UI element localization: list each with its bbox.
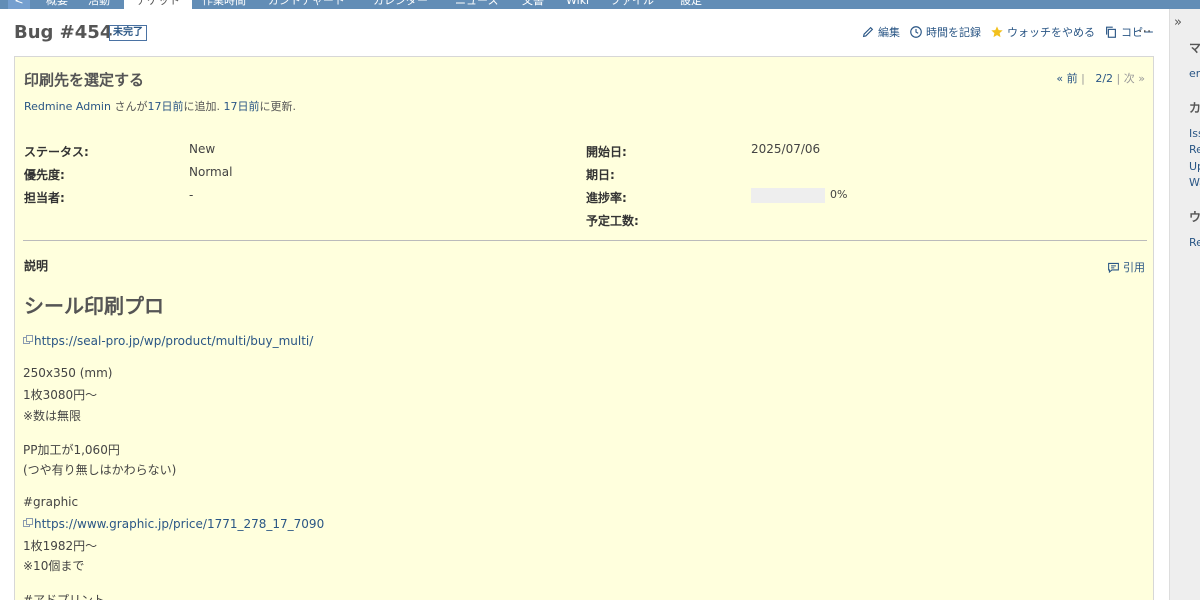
prev-issue-link[interactable]: « 前	[1056, 72, 1077, 85]
copy-icon	[1106, 26, 1116, 38]
sidebar-link[interactable]: Re	[1189, 236, 1200, 249]
issue-position-link[interactable]: 2/2	[1095, 72, 1113, 85]
sidebar-link[interactable]: Up	[1189, 160, 1200, 173]
external-link-icon	[23, 518, 33, 527]
sidebar-toggle-icon[interactable]: »	[1174, 15, 1182, 30]
progress-bar	[751, 188, 825, 203]
description-text: (つや有り無しはかわらない)	[23, 463, 177, 477]
log-time-label: 時間を記録	[926, 26, 981, 39]
sidebar: » マ en カ Iss Re Up Wa ウ Re	[1169, 9, 1200, 600]
sidebar-link[interactable]: Iss	[1189, 127, 1200, 140]
seal-pro-link[interactable]: https://seal-pro.jp/wp/product/multi/buy…	[23, 334, 313, 348]
added-text: に追加.	[183, 100, 224, 113]
due-date-label: 期日:	[586, 168, 615, 182]
priority-label: 優先度:	[24, 168, 65, 182]
author-text: さんが	[110, 100, 148, 113]
description-text: 1枚3080円〜	[23, 388, 98, 402]
issue-title: Bug #454	[14, 22, 113, 43]
author-link[interactable]: Redmine Admin	[24, 100, 111, 113]
issue-subject: 印刷先を選定する	[24, 71, 145, 89]
issue-navigation: « 前 | 2/2 | 次 »	[1056, 70, 1145, 86]
description-link-line: https://www.graphic.jp/price/1771_278_17…	[23, 516, 324, 531]
status-value: New	[189, 142, 216, 156]
nav-tab-activity[interactable]: 活動	[88, 0, 110, 9]
nav-tab-news[interactable]: ニュース	[455, 0, 498, 9]
nav-tab-gantt[interactable]: ガントチャート	[268, 0, 345, 9]
quote-label: 引用	[1123, 261, 1145, 274]
status-badge: 未完了	[109, 25, 147, 41]
updated-text: に更新.	[259, 100, 296, 113]
divider	[23, 240, 1147, 241]
description-text: ※数は無限	[23, 409, 82, 423]
pencil-icon	[862, 26, 874, 38]
issue-details: 印刷先を選定する « 前 | 2/2 | 次 » Redmine Admin さ…	[14, 56, 1154, 600]
sidebar-link[interactable]: en	[1189, 67, 1200, 80]
clock-icon	[910, 26, 922, 38]
start-date-value: 2025/07/06	[751, 142, 821, 156]
unwatch-button[interactable]: ウォッチをやめる	[990, 24, 1095, 40]
seal-pro-link-text: https://seal-pro.jp/wp/product/multi/buy…	[34, 333, 314, 348]
sidebar-heading: カ	[1189, 101, 1200, 115]
start-date-label: 開始日:	[586, 145, 627, 159]
sidebar-heading: ウ	[1189, 210, 1200, 224]
description-text: 250x350 (mm)	[23, 366, 113, 380]
issue-actions: 編集 時間を記録 ウォッチをやめる コピー	[861, 24, 1154, 40]
issue-author-line: Redmine Admin さんが17日前に追加. 17日前に更新.	[24, 98, 296, 114]
progress-label: 進捗率:	[586, 191, 627, 205]
star-icon	[991, 26, 1003, 38]
nav-tab-wiki[interactable]: Wiki	[566, 0, 589, 9]
description-text: 1枚1982円〜	[23, 539, 98, 553]
added-date-link[interactable]: 17日前	[147, 100, 183, 113]
graphic-link[interactable]: https://www.graphic.jp/price/1771_278_17…	[23, 517, 324, 531]
nav-tab-documents[interactable]: 文書	[522, 0, 544, 9]
quote-button[interactable]: 引用	[1107, 259, 1145, 275]
nav-separator: |	[1116, 72, 1121, 85]
unwatch-label: ウォッチをやめる	[1007, 26, 1095, 39]
status-label: ステータス:	[24, 145, 89, 159]
nav-tab-overview[interactable]: 概要	[46, 0, 68, 9]
priority-value: Normal	[189, 165, 233, 179]
description-heading: シール印刷プロ	[24, 294, 164, 318]
more-actions-icon[interactable]: ···	[1138, 24, 1151, 40]
nav-tab-back[interactable]: <	[8, 0, 30, 9]
description-label: 説明	[24, 259, 49, 273]
nav-tab-issues[interactable]: チケット	[124, 0, 192, 9]
sidebar-heading: マ	[1189, 41, 1200, 55]
comment-icon	[1108, 262, 1119, 273]
top-nav: < 概要 活動 チケット 作業時間 ガントチャート カレンダー ニュース 文書 …	[0, 0, 1200, 9]
nav-separator: |	[1081, 72, 1085, 85]
assignee-value: -	[189, 188, 194, 202]
edit-label: 編集	[878, 26, 900, 39]
log-time-button[interactable]: 時間を記録	[909, 24, 981, 40]
sidebar-link[interactable]: Re	[1189, 143, 1200, 156]
updated-date-link[interactable]: 17日前	[223, 100, 259, 113]
description-text: PP加工が1,060円	[23, 443, 120, 457]
sidebar-link[interactable]: Wa	[1189, 176, 1200, 189]
next-issue-label: 次 »	[1123, 72, 1145, 85]
nav-tab-calendar[interactable]: カレンダー	[373, 0, 428, 9]
assignee-label: 担当者:	[24, 191, 65, 205]
description-text: ※10個まで	[23, 559, 85, 573]
description-link-line: https://seal-pro.jp/wp/product/multi/buy…	[23, 333, 313, 348]
description-text: #graphic	[23, 495, 79, 509]
external-link-icon	[23, 335, 33, 344]
graphic-link-text: https://www.graphic.jp/price/1771_278_17…	[34, 516, 325, 531]
description-text: #アドプリント	[23, 593, 106, 600]
edit-button[interactable]: 編集	[861, 24, 900, 40]
nav-tab-time[interactable]: 作業時間	[202, 0, 246, 9]
progress-text: 0%	[830, 188, 848, 201]
nav-tab-settings[interactable]: 設定	[680, 0, 702, 9]
estimate-label: 予定工数:	[586, 214, 639, 228]
nav-tab-files[interactable]: ファイル	[610, 0, 654, 9]
